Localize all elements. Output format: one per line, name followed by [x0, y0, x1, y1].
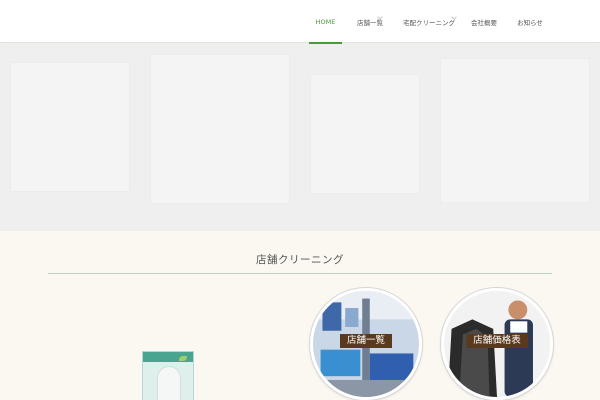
page: HOME 店舗一覧 宅配クリーニング 会社概要 お知らせ 店舗クリーニング 店舗… — [0, 0, 600, 400]
site-header: HOME 店舗一覧 宅配クリーニング 会社概要 お知らせ — [0, 0, 600, 44]
section-divider — [48, 273, 552, 274]
section-title: 店舗クリーニング — [256, 254, 344, 266]
store-price-list-label: 店舗価格表 — [466, 334, 528, 348]
nav-delivery-cleaning-label: 宅配クリーニング — [403, 18, 455, 27]
hero-shape — [10, 62, 130, 192]
nav-news-label: お知らせ — [517, 18, 543, 27]
store-list-card[interactable]: 店舗一覧 — [310, 288, 422, 400]
store-list-label: 店舗一覧 — [339, 334, 393, 348]
nav-company[interactable]: 会社概要 — [466, 0, 502, 43]
nav-company-label: 会社概要 — [471, 18, 497, 27]
hero-shape — [150, 54, 290, 204]
poster-figure — [157, 366, 181, 400]
nav-home[interactable]: HOME — [309, 0, 342, 44]
store-price-list-card[interactable]: 店舗価格表 — [441, 288, 553, 400]
hero-shape — [440, 58, 590, 203]
hero-shape — [310, 74, 420, 194]
nav-delivery-cleaning[interactable]: 宅配クリーニング — [398, 0, 460, 43]
nav-store-list[interactable]: 店舗一覧 — [352, 0, 388, 43]
poster-image — [142, 351, 194, 400]
nav-home-label: HOME — [315, 17, 336, 26]
nav-news[interactable]: お知らせ — [512, 0, 548, 43]
hero-image — [0, 44, 600, 231]
